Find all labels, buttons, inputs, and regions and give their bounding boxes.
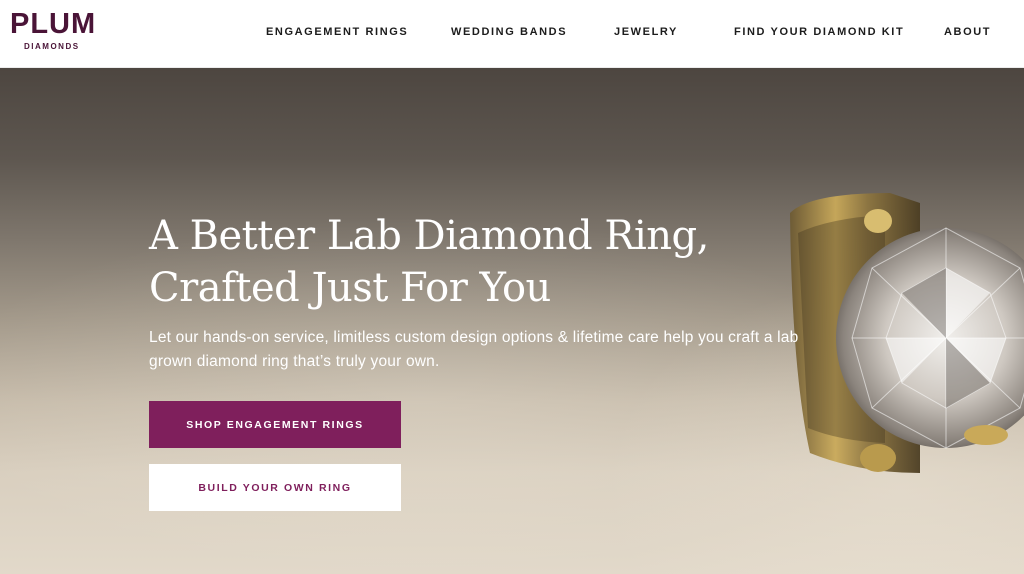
hero-banner: A Better Lab Diamond Ring, Crafted Just … [0, 68, 1024, 574]
hero-headline-line-2: Crafted Just For You [149, 265, 551, 311]
nav-wedding-bands[interactable]: WEDDING BANDS [451, 26, 567, 38]
nav-engagement-rings[interactable]: ENGAGEMENT RINGS [266, 26, 408, 38]
nav-jewelry[interactable]: JEWELRY [614, 26, 678, 38]
shop-engagement-rings-button[interactable]: SHOP ENGAGEMENT RINGS [149, 401, 401, 448]
logo-wordmark: PLUM [10, 8, 97, 40]
plum-diamonds-logo[interactable]: PLUM DIAMONDS [10, 9, 96, 51]
logo-tagline: DIAMONDS [24, 42, 80, 51]
site-header: PLUM DIAMONDS ENGAGEMENT RINGS WEDDING B… [0, 0, 1024, 68]
build-your-own-ring-button[interactable]: BUILD YOUR OWN RING [149, 464, 401, 511]
hero-headline: A Better Lab Diamond Ring, Crafted Just … [149, 210, 789, 314]
nav-about[interactable]: ABOUT [944, 26, 991, 38]
nav-find-your-diamond-kit[interactable]: FIND YOUR DIAMOND KIT [734, 26, 904, 38]
hero-description: Let our hands-on service, limitless cust… [149, 329, 799, 370]
hero-headline-line-1: A Better Lab Diamond Ring, [149, 213, 709, 259]
